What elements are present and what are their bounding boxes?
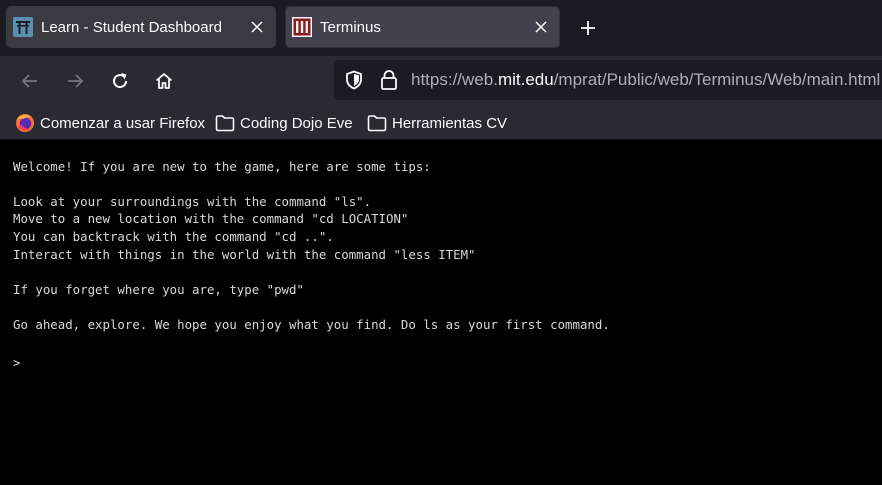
home-icon (155, 73, 173, 89)
tracking-protection-shield-icon[interactable] (344, 70, 364, 90)
tab-label: Learn - Student Dashboard (41, 18, 222, 36)
bookmark-label: Coding Dojo Eve (240, 114, 353, 132)
terminal-line: You can backtrack with the command "cd .… (13, 229, 334, 244)
terminal-line: Welcome! If you are new to the game, her… (13, 159, 431, 174)
url-bar[interactable]: https://web.mit.edu/mprat/Public/web/Ter… (334, 60, 882, 100)
plus-icon (581, 21, 595, 35)
forward-button[interactable] (60, 66, 90, 96)
tab-terminus[interactable]: Terminus (285, 6, 560, 48)
home-button[interactable] (149, 66, 179, 96)
terminal-line: Go ahead, explore. We hope you enjoy wha… (13, 317, 610, 332)
tab-label: Terminus (320, 18, 381, 36)
terminus-logo-icon (292, 17, 312, 37)
tab-learn-dashboard[interactable]: Learn - Student Dashboard (6, 6, 276, 48)
back-button[interactable] (15, 66, 45, 96)
folder-icon (367, 113, 387, 133)
terminal-line: Interact with things in the world with t… (13, 247, 476, 262)
tab-strip: Learn - Student Dashboard Terminus (0, 0, 882, 56)
close-tab-icon[interactable] (244, 14, 270, 40)
torii-gate-icon (13, 17, 33, 37)
url-domain: mit.edu (497, 70, 554, 89)
bookmark-herramientas-cv[interactable]: Herramientas CV (367, 113, 507, 133)
reload-button[interactable] (105, 66, 135, 96)
bookmark-coding-dojo[interactable]: Coding Dojo Eve (215, 113, 353, 133)
bookmark-label: Herramientas CV (392, 114, 508, 132)
url-text[interactable]: https://web.mit.edu/mprat/Public/web/Ter… (411, 70, 880, 90)
firefox-icon (15, 113, 35, 133)
bookmarks-toolbar: Comenzar a usar Firefox Coding Dojo Eve … (0, 106, 882, 140)
bookmark-comenzar-firefox[interactable]: Comenzar a usar Firefox (15, 113, 205, 133)
new-tab-button[interactable] (573, 13, 603, 43)
url-prefix: https://web. (411, 70, 498, 89)
url-path: /mprat/Public/web/Terminus/Web/main.html (553, 70, 881, 89)
lock-icon[interactable] (379, 69, 399, 91)
reload-icon (113, 73, 128, 89)
arrow-right-icon (68, 74, 84, 88)
bookmark-label: Comenzar a usar Firefox (40, 114, 206, 132)
arrow-left-icon (21, 74, 37, 88)
terminal-line: Move to a new location with the command … (13, 211, 409, 226)
folder-icon (215, 113, 235, 133)
terminal-output[interactable]: Welcome! If you are new to the game, her… (0, 140, 882, 485)
command-prompt[interactable]: > (13, 355, 20, 371)
terminal-line: Look at your surroundings with the comma… (13, 194, 372, 209)
terminal-line: If you forget where you are, type "pwd" (13, 282, 304, 297)
navigation-toolbar: https://web.mit.edu/mprat/Public/web/Ter… (0, 56, 882, 106)
close-tab-icon[interactable] (528, 14, 554, 40)
